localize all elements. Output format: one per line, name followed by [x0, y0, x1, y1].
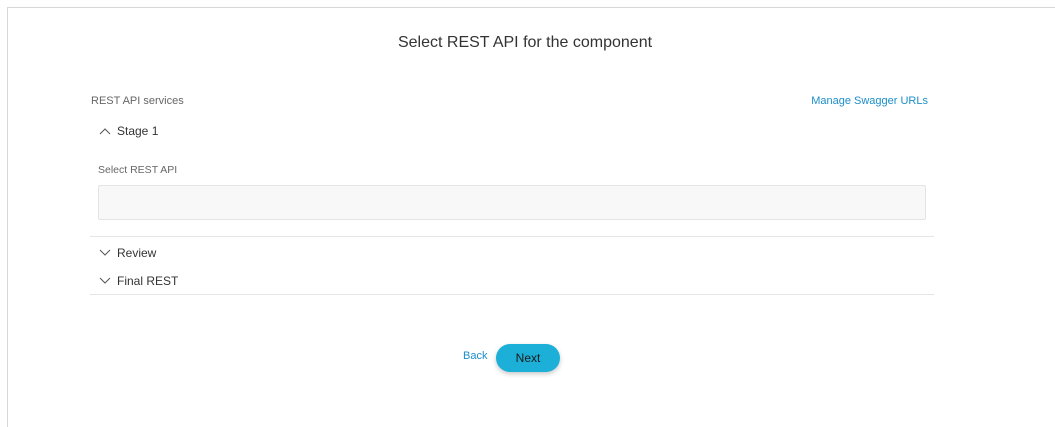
- stage-header-final-rest[interactable]: Final REST: [99, 273, 178, 289]
- select-rest-api-input[interactable]: [98, 185, 926, 220]
- page-title: Select REST API for the component: [397, 34, 653, 51]
- chevron-down-icon: [99, 277, 111, 284]
- rest-api-services-label: REST API services: [91, 95, 184, 107]
- next-button[interactable]: Next: [496, 344, 560, 372]
- select-rest-api-label: Select REST API: [98, 164, 178, 176]
- stage-divider: [90, 236, 934, 237]
- component-wizard-panel: Select REST API for the component REST A…: [7, 7, 1055, 427]
- stage-label: Final REST: [117, 274, 179, 288]
- chevron-down-icon: [99, 249, 111, 256]
- back-button[interactable]: Back: [463, 350, 487, 362]
- manage-swagger-urls-link[interactable]: Manage Swagger URLs: [811, 95, 928, 107]
- stage-header-stage-1[interactable]: Stage 1: [99, 123, 158, 139]
- stage-header-review[interactable]: Review: [99, 245, 156, 261]
- stage-divider: [90, 294, 934, 295]
- stage-label: Review: [117, 246, 157, 260]
- chevron-up-icon: [99, 128, 111, 135]
- stage-label: Stage 1: [117, 124, 159, 138]
